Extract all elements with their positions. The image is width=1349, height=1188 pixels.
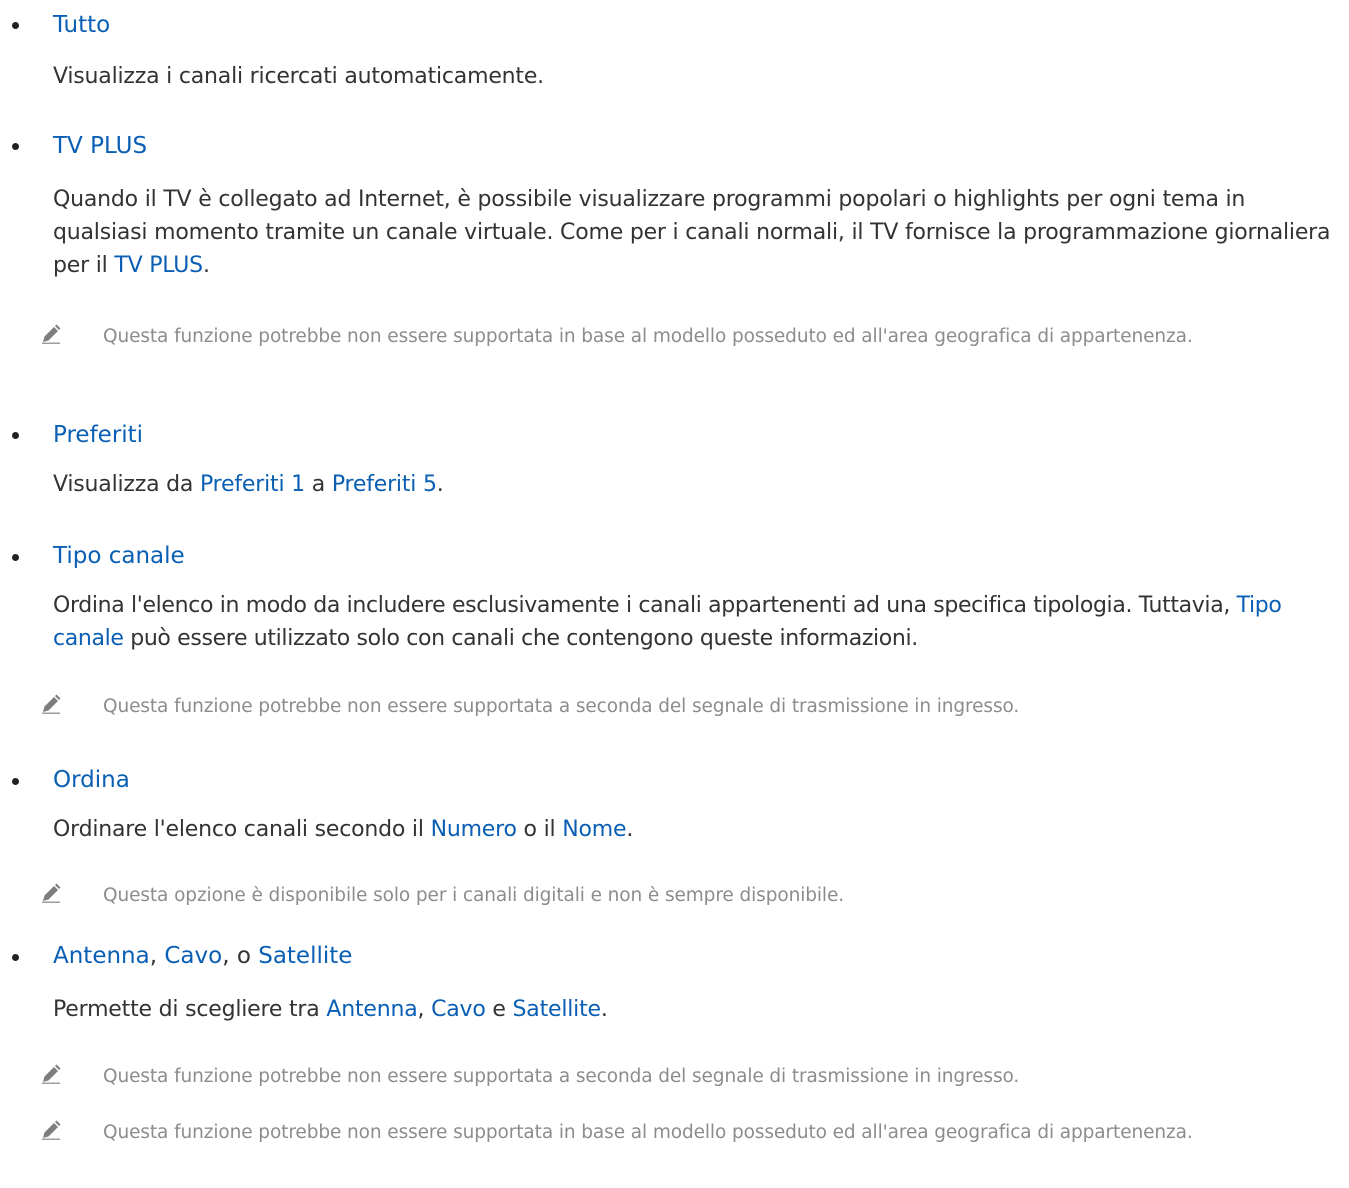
keyword: TV PLUS bbox=[114, 253, 203, 278]
bullet bbox=[12, 554, 19, 561]
bullet bbox=[12, 143, 19, 150]
pencil-icon bbox=[42, 1120, 61, 1140]
item-description: Ordina l'elenco in modo da includere esc… bbox=[53, 593, 1282, 651]
bullet bbox=[12, 778, 19, 785]
pencil-icon bbox=[42, 324, 61, 344]
keyword: Preferiti 5 bbox=[331, 472, 437, 497]
item-note: Questa funzione potrebbe non essere supp… bbox=[42, 692, 1243, 722]
item-title: TV PLUS bbox=[53, 133, 148, 159]
item-title: Antenna, Cavo, o Satellite bbox=[53, 943, 353, 969]
keyword: Nome bbox=[562, 817, 627, 842]
item-description: Visualizza da Preferiti 1 a Preferiti 5. bbox=[53, 472, 444, 497]
item-title: Preferiti bbox=[53, 422, 144, 448]
item-description: Quando il TV è collegato ad Internet, è … bbox=[53, 187, 1331, 278]
item-note: Questa opzione è disponibile solo per i … bbox=[42, 881, 1243, 911]
item-title: Tipo canale bbox=[53, 543, 185, 569]
item-note: Questa funzione potrebbe non essere supp… bbox=[42, 322, 1243, 352]
bullet bbox=[12, 22, 19, 29]
keyword: Satellite bbox=[512, 997, 602, 1022]
bullet bbox=[12, 432, 19, 439]
keyword: Antenna bbox=[53, 943, 150, 969]
item-note: Questa funzione potrebbe non essere supp… bbox=[42, 1118, 1243, 1148]
item-title: Ordina bbox=[53, 767, 130, 793]
bullet bbox=[12, 954, 19, 961]
keyword: Preferiti 1 bbox=[200, 472, 305, 497]
pencil-icon bbox=[42, 1064, 61, 1084]
pencil-icon bbox=[42, 694, 61, 714]
item-description: Permette di scegliere tra Antenna, Cavo … bbox=[53, 997, 608, 1022]
pencil-icon bbox=[42, 883, 61, 903]
keyword: Satellite bbox=[258, 943, 353, 969]
item-description: Ordinare l'elenco canali secondo il Nume… bbox=[53, 817, 634, 842]
keyword: Numero bbox=[430, 817, 517, 842]
keyword: Antenna bbox=[326, 997, 418, 1022]
keyword: Cavo bbox=[431, 997, 486, 1022]
item-description: Visualizza i canali ricercati automatica… bbox=[53, 64, 544, 89]
item-title: Tutto bbox=[53, 12, 111, 38]
item-note: Questa funzione potrebbe non essere supp… bbox=[42, 1062, 1243, 1092]
keyword: Cavo bbox=[164, 943, 223, 969]
